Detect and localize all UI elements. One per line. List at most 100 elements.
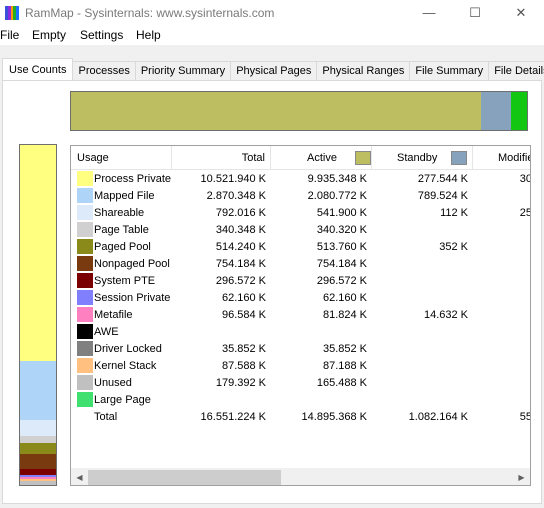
table-row[interactable]: Page Table 340.348 K 340.320 K [71,221,530,238]
active-segment [71,92,481,130]
total-cell: 754.184 K [215,257,266,270]
column-header-standby[interactable]: Standby [372,146,473,170]
table-row[interactable]: Unused 179.392 K 165.488 K [71,374,530,391]
tab-use-counts[interactable]: Use Counts [2,58,74,80]
tab-file-summary[interactable]: File Summary [409,61,490,80]
table-row[interactable]: Session Private 62.160 K 62.160 K [71,289,530,306]
table-row[interactable]: Large Page [71,391,530,408]
tab-priority-summary[interactable]: Priority Summary [134,61,232,80]
usage-color-swatch [77,341,93,356]
scrollbar-thumb[interactable] [88,470,281,485]
standby-cell: 789.524 K [417,189,468,202]
total-cell: 87.588 K [221,359,266,372]
usage-label: Process Private [94,172,172,185]
usage-label: Unused [94,376,132,389]
menu-empty[interactable]: Empty [32,28,80,42]
active-cell: 81.824 K [322,308,367,321]
usage-color-swatch [77,171,93,186]
maximize-icon: ☐ [469,4,481,20]
usage-label: Shareable [94,206,145,219]
active-cell: 14.895.368 K [301,410,367,423]
table-row[interactable]: System PTE 296.572 K 296.572 K [71,272,530,289]
column-header-standby-label: Standby [397,152,438,164]
usage-bar-segment [20,443,56,454]
usage-bar-segment [20,145,56,362]
table-row[interactable]: Shareable 792.016 K 541.900 K 112 K 25 [71,204,531,221]
usage-label: Kernel Stack [94,359,157,372]
table-row[interactable]: Nonpaged Pool 754.184 K 754.184 K [71,255,530,272]
usage-cell: Session Private [71,290,172,305]
active-cell: 9.935.348 K [307,172,367,185]
standby-cell: 352 K [439,240,468,253]
usage-label: System PTE [94,274,156,287]
total-cell: 16.551.224 K [200,410,266,423]
active-cell: 35.852 K [322,342,367,355]
tab-processes[interactable]: Processes [72,61,136,80]
active-standby-bar [70,91,528,131]
usage-label: Page Table [94,223,149,236]
scroll-left-icon[interactable]: ◀ [71,469,88,485]
horizontal-scrollbar[interactable]: ◀ ▶ [71,468,530,485]
tab-physical-pages[interactable]: Physical Pages [230,61,318,80]
usage-label: Session Private [94,291,171,304]
table-row[interactable]: Total 16.551.224 K 14.895.368 K 1.082.164 K… [71,408,531,425]
scroll-right-icon[interactable]: ▶ [513,469,530,485]
usage-color-swatch [77,239,93,254]
usage-cell: Metafile [71,307,172,322]
column-header-modified[interactable]: Modifie [473,146,530,170]
menu-bar: File Empty Settings Help [0,25,544,46]
usage-cell: Nonpaged Pool [71,256,172,271]
table-row[interactable]: AWE [71,323,530,340]
usage-bar-segment [20,453,56,470]
column-header-active[interactable]: Active [271,146,372,170]
table-row[interactable]: Kernel Stack 87.588 K 87.188 K [71,357,530,374]
total-cell: 792.016 K [215,206,266,219]
column-header-usage[interactable]: Usage [71,146,172,170]
total-cell: 296.572 K [215,274,266,287]
tab-physical-ranges[interactable]: Physical Ranges [316,61,411,80]
active-cell: 754.184 K [316,257,367,270]
menu-help[interactable]: Help [136,28,169,42]
tab-file-details[interactable]: File Details [488,61,544,80]
minimize-button[interactable]: — [406,0,452,25]
usage-cell: AWE [71,324,172,339]
table-row[interactable]: Paged Pool 514.240 K 513.760 K 352 K [71,238,530,255]
usage-color-swatch [77,273,93,288]
table-row[interactable]: Mapped File 2.870.348 K 2.080.772 K 789.524… [71,187,530,204]
modified-cell: 25 [519,206,531,219]
standby-color-swatch [451,151,468,165]
table-body: Process Private 10.521.940 K 9.935.348 K 27… [71,170,531,425]
active-cell: 165.488 K [316,376,367,389]
table-row[interactable]: Metafile 96.584 K 81.824 K 14.632 K [71,306,530,323]
total-cell: 35.852 K [221,342,266,355]
window-title: RamMap - Sysinternals: www.sysinternals.… [25,5,275,20]
use-counts-table[interactable]: Usage Total Active Standby Modifie Proce… [70,145,531,486]
total-cell: 62.160 K [221,291,266,304]
usage-cell: Kernel Stack [71,358,172,373]
menu-file[interactable]: File [0,28,32,42]
title-bar: RamMap - Sysinternals: www.sysinternals.… [0,0,544,25]
table-row[interactable]: Process Private 10.521.940 K 9.935.348 K 27… [71,170,530,187]
menu-settings[interactable]: Settings [80,28,136,42]
usage-color-swatch [77,205,93,220]
usage-color-swatch [77,188,93,203]
usage-cell: Unused [71,375,172,390]
total-cell: 10.521.940 K [200,172,266,185]
active-cell: 2.080.772 K [307,189,367,202]
close-icon: ✕ [515,4,527,20]
table-row[interactable]: Driver Locked 35.852 K 35.852 K [71,340,530,357]
usage-color-swatch [77,358,93,373]
active-cell: 513.760 K [316,240,367,253]
total-cell: 96.584 K [221,308,266,321]
maximize-button[interactable]: ☐ [452,0,498,25]
modified-cell: 55 [519,410,531,423]
usage-label: Driver Locked [94,342,162,355]
total-cell: 179.392 K [215,376,266,389]
usage-label: Metafile [94,308,133,321]
total-cell: 340.348 K [215,223,266,236]
usage-bar-segment [20,420,56,437]
column-header-total[interactable]: Total [172,146,271,170]
column-header-active-label: Active [307,152,337,164]
usage-cell: Driver Locked [71,341,172,356]
close-button[interactable]: ✕ [498,0,544,25]
